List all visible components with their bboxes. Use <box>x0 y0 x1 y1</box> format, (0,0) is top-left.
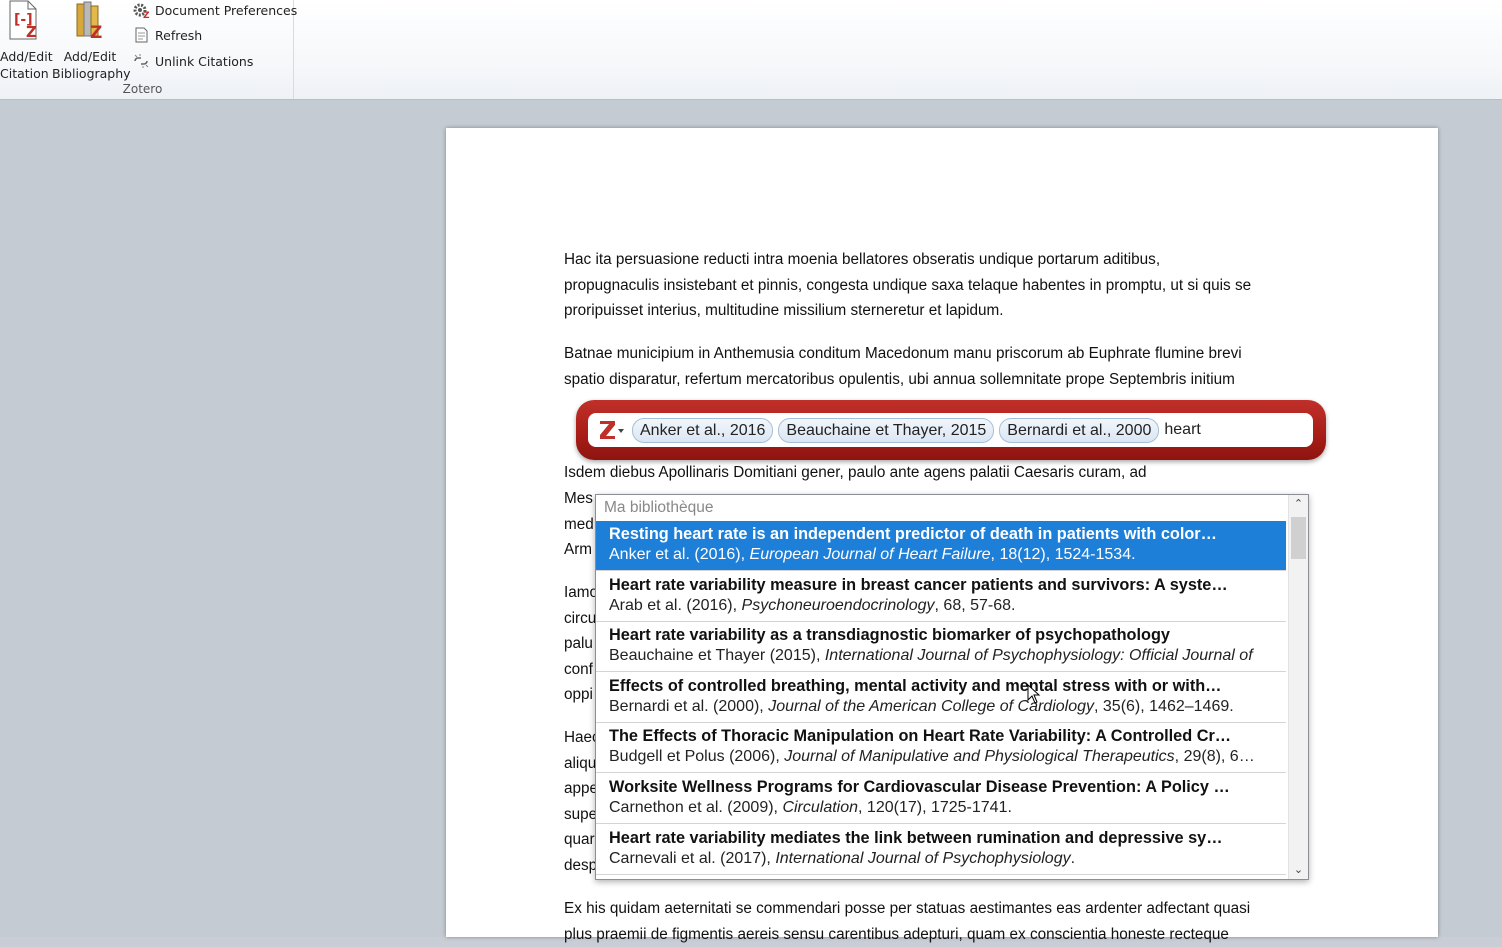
result-title: Worksite Wellness Programs for Cardiovas… <box>609 778 1281 797</box>
unlink-citations-button[interactable]: Unlink Citations <box>132 51 253 71</box>
result-volume: , 120(17), 1725-1741. <box>858 799 1012 816</box>
result-journal: Journal of the American College of Cardi… <box>768 698 1094 715</box>
result-journal: International Journal of Psychophysiolog… <box>775 850 1070 867</box>
document-preferences-label: Document Preferences <box>155 3 297 18</box>
add-bibliography-label-2: Bibliography <box>52 65 128 82</box>
add-edit-citation-button[interactable]: [-] Z Add/Edit Citation <box>0 0 46 82</box>
library-header: Ma bibliothèque <box>604 499 713 517</box>
result-authors: Carnethon et al. (2009), <box>609 799 782 816</box>
result-authors: Budgell et Polus (2006), <box>609 748 784 765</box>
result-journal: Circulation <box>782 799 858 816</box>
result-source: Budgell et Polus (2006), Journal of Mani… <box>609 748 1281 766</box>
svg-text:Z: Z <box>90 23 102 40</box>
zotero-group: [-] Z Add/Edit Citation Z Add/Edit Bibli… <box>0 0 294 99</box>
paragraph-4: Ex his quidam aeternitati se commendari … <box>564 896 1318 947</box>
add-citation-label-1: Add/Edit <box>0 48 46 65</box>
results-scrollbar[interactable]: ⌃ ⌄ <box>1288 495 1308 879</box>
result-volume: , 29(8), 6… <box>1175 748 1255 765</box>
scroll-up-arrow-icon[interactable]: ⌃ <box>1289 495 1308 513</box>
svg-text:Z: Z <box>26 23 37 40</box>
result-authors: Anker et al. (2016), <box>609 546 750 563</box>
citation-bubble[interactable]: Bernardi et al., 2000 <box>999 418 1159 443</box>
paragraph-1: Hac ita persuasione reducti intra moenia… <box>564 247 1318 324</box>
result-title: Heart rate variability as a transdiagnos… <box>609 626 1281 645</box>
paragraph-2: Batnae municipium in Anthemusia conditum… <box>564 341 1318 392</box>
mouse-cursor-icon <box>1027 684 1041 704</box>
result-volume: , 35(6), 1462–1469. <box>1094 698 1234 715</box>
group-label: Zotero <box>0 82 285 96</box>
result-source: Arab et al. (2016), Psychoneuroendocrino… <box>609 597 1281 615</box>
result-title: The Effects of Thoracic Manipulation on … <box>609 727 1281 746</box>
result-source: Bernardi et al. (2000), Journal of the A… <box>609 698 1281 716</box>
paragraph-line: Hac ita persuasione reducti intra moenia… <box>564 247 1318 273</box>
paragraph-line: Ex his quidam aeternitati se commendari … <box>564 896 1318 922</box>
result-volume: , 68, 57-68. <box>935 597 1016 614</box>
result-title: Heart rate variability mediates the link… <box>609 829 1281 848</box>
scrollbar-thumb[interactable] <box>1291 517 1306 559</box>
result-authors: Arab et al. (2016), <box>609 597 742 614</box>
result-title: Resting heart rate is an independent pre… <box>609 525 1281 544</box>
citation-search-field[interactable]: Anker et al., 2016 Beauchaine et Thayer,… <box>588 413 1313 447</box>
bibliography-icon: Z <box>73 0 107 40</box>
gear-icon: Z <box>132 1 150 19</box>
scroll-down-arrow-icon[interactable]: ⌄ <box>1289 861 1308 879</box>
result-item[interactable]: Heart rate variability mediates the link… <box>596 825 1286 875</box>
citation-bubble[interactable]: Anker et al., 2016 <box>632 418 773 443</box>
result-source: Anker et al. (2016), European Journal of… <box>609 546 1281 564</box>
refresh-button[interactable]: Refresh <box>132 25 202 45</box>
paragraph-line: plus praemii de figmentis aereis sensu c… <box>564 922 1318 947</box>
refresh-document-icon <box>132 26 150 44</box>
paragraph-line: spatio disparatur, refertum mercatoribus… <box>564 367 1318 393</box>
document-preferences-button[interactable]: Z Document Preferences <box>132 0 297 20</box>
result-source: Carnevali et al. (2017), International J… <box>609 850 1281 868</box>
paragraph-3: Isdem diebus Apollinaris Domitiani gener… <box>564 460 1318 486</box>
result-item[interactable]: Worksite Wellness Programs for Cardiovas… <box>596 774 1286 824</box>
search-results-panel: Ma bibliothèque Resting heart rate is an… <box>595 494 1309 880</box>
result-journal: Journal of Manipulative and Physiologica… <box>784 748 1174 765</box>
result-item[interactable]: The Effects of Thoracic Manipulation on … <box>596 723 1286 773</box>
unlink-citations-label: Unlink Citations <box>155 54 253 69</box>
result-item[interactable]: Effects of controlled breathing, mental … <box>596 673 1286 723</box>
result-item[interactable]: Heart rate variability as a transdiagnos… <box>596 622 1286 672</box>
result-item[interactable]: Heart rate variability measure in breast… <box>596 572 1286 622</box>
add-bibliography-label-1: Add/Edit <box>52 48 128 65</box>
result-source: Carnethon et al. (2009), Circulation, 12… <box>609 799 1281 817</box>
add-citation-icon: [-] Z <box>6 0 40 40</box>
paragraph-line: proripuisset interius, multitudine missi… <box>564 298 1318 324</box>
result-volume: . <box>1071 850 1075 867</box>
paragraph-line: Batnae municipium in Anthemusia conditum… <box>564 341 1318 367</box>
add-citation-label-2: Citation <box>0 65 46 82</box>
refresh-label: Refresh <box>155 28 202 43</box>
result-volume: , 18(12), 1524-1534. <box>991 546 1136 563</box>
result-title: Effects of controlled breathing, mental … <box>609 677 1281 696</box>
ribbon: [-] Z Add/Edit Citation Z Add/Edit Bibli… <box>0 0 1502 100</box>
unlink-icon <box>132 52 150 70</box>
result-journal: International Journal of Psychophysiolog… <box>825 647 1253 664</box>
svg-text:Z: Z <box>143 11 150 19</box>
paragraph-line: propugnaculis insistebant et pinnis, con… <box>564 273 1318 299</box>
zotero-menu-button[interactable] <box>598 418 624 442</box>
paragraph-line: Isdem diebus Apollinaris Domitiani gener… <box>564 460 1318 486</box>
zotero-quick-format-bar: Anker et al., 2016 Beauchaine et Thayer,… <box>576 400 1326 460</box>
search-query-text[interactable]: heart <box>1164 421 1200 439</box>
result-authors: Bernardi et al. (2000), <box>609 698 768 715</box>
add-edit-bibliography-button[interactable]: Z Add/Edit Bibliography <box>52 0 128 82</box>
result-item[interactable]: Resting heart rate is an independent pre… <box>596 521 1286 571</box>
result-authors: Beauchaine et Thayer (2015), <box>609 647 825 664</box>
result-source: Beauchaine et Thayer (2015), Internation… <box>609 647 1281 665</box>
result-authors: Carnevali et al. (2017), <box>609 850 775 867</box>
result-journal: European Journal of Heart Failure <box>750 546 991 563</box>
result-title: Heart rate variability measure in breast… <box>609 576 1281 595</box>
citation-bubble[interactable]: Beauchaine et Thayer, 2015 <box>778 418 994 443</box>
result-journal: Psychoneuroendocrinology <box>742 597 935 614</box>
zotero-logo-icon <box>598 418 624 442</box>
